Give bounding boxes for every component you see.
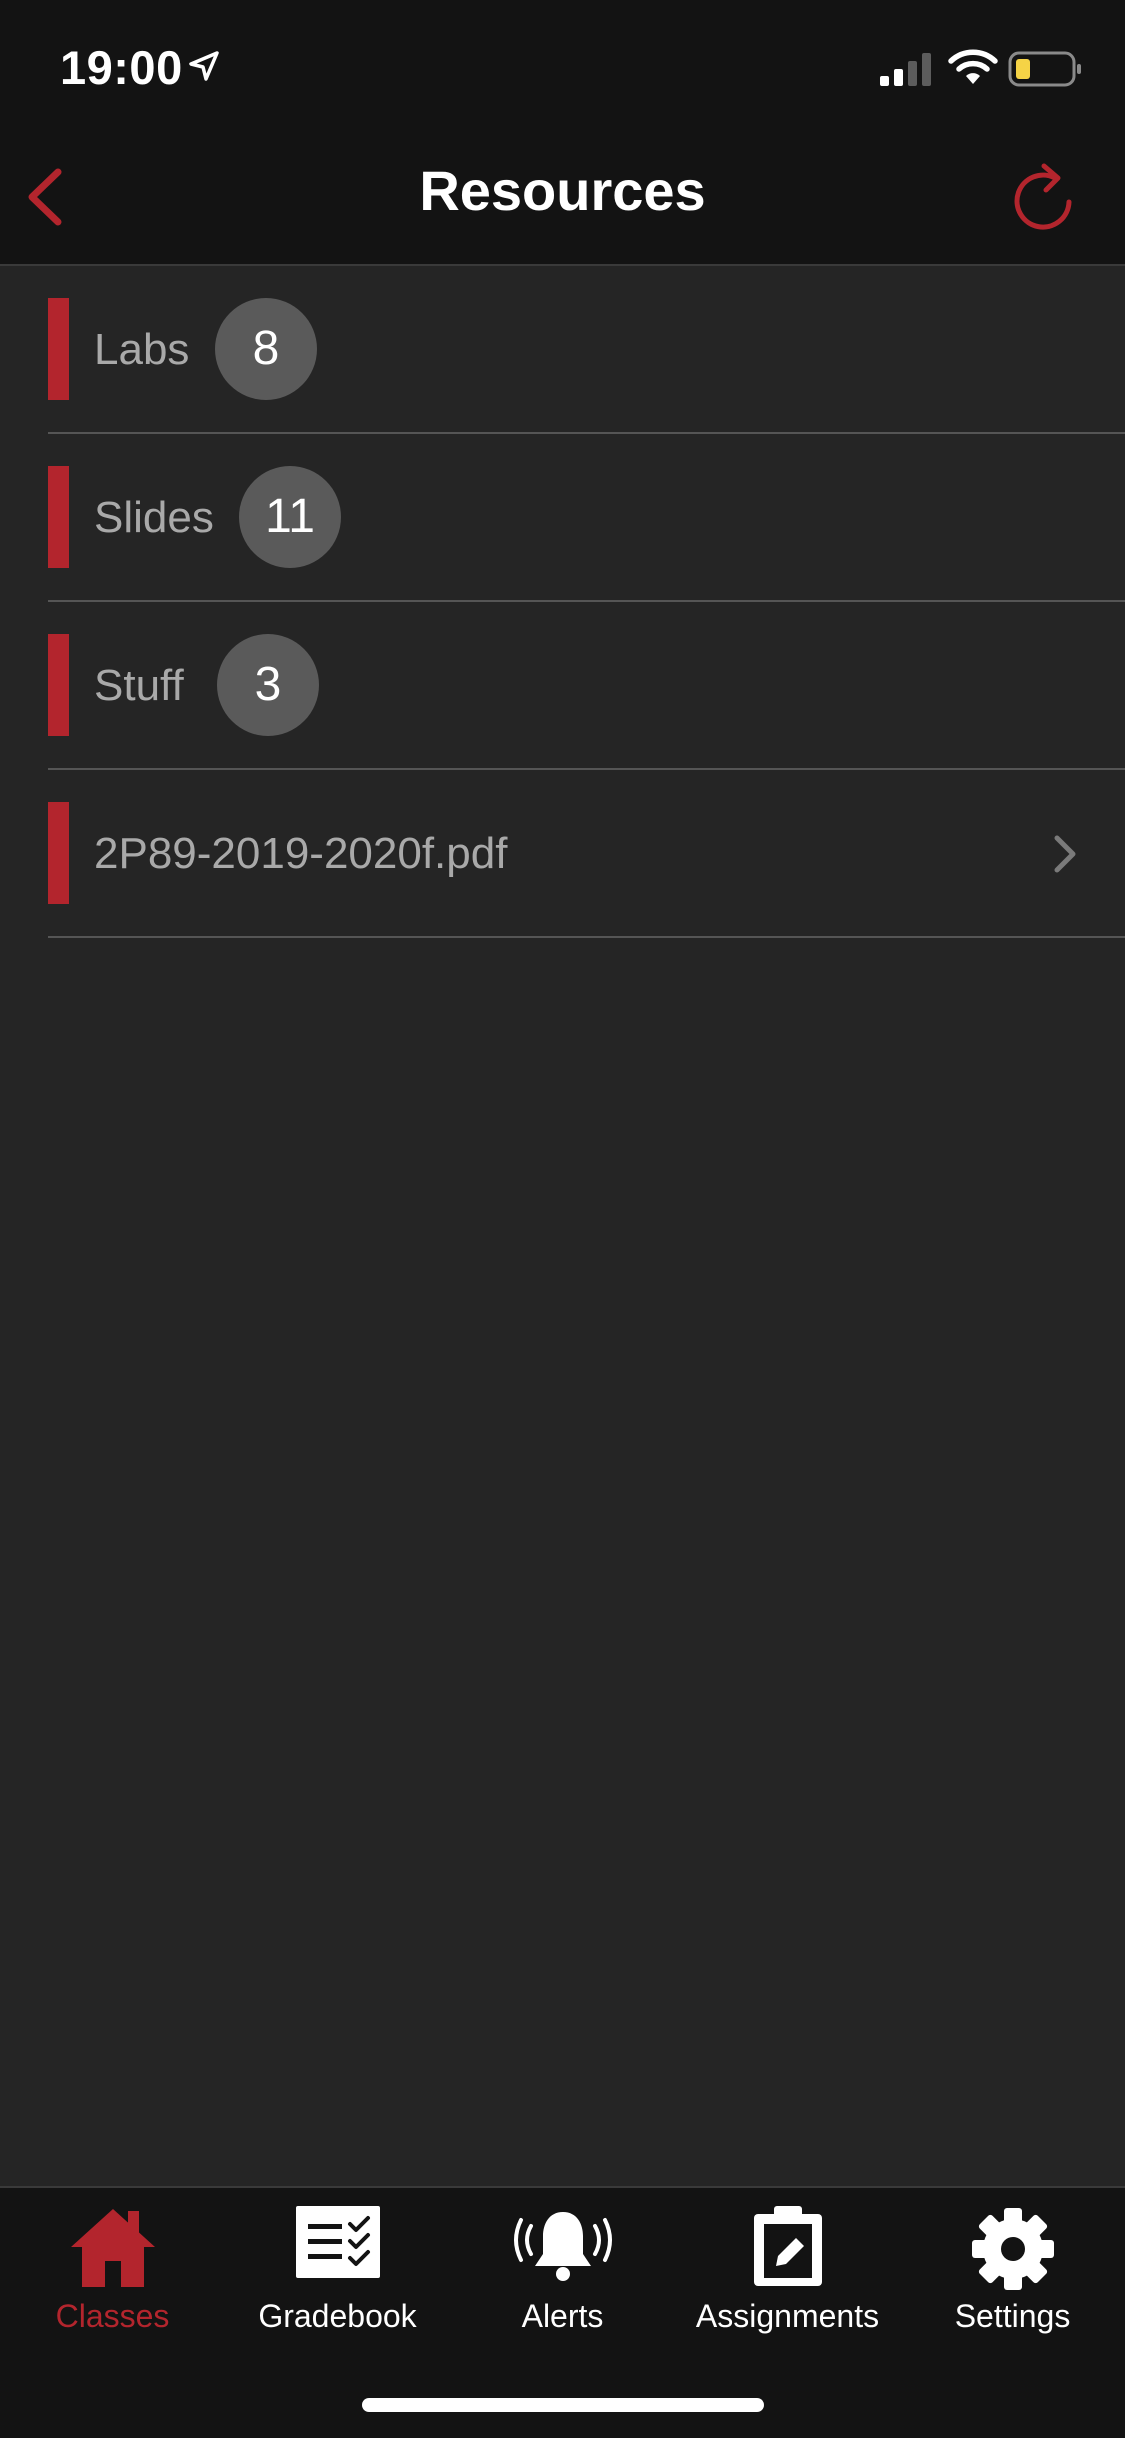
status-time: 19:00 xyxy=(60,41,183,94)
tab-settings[interactable]: Settings xyxy=(900,2188,1125,2368)
tab-gradebook[interactable]: Gradebook xyxy=(225,2188,450,2368)
refresh-icon xyxy=(1014,163,1072,230)
tab-classes[interactable]: Classes xyxy=(0,2188,225,2368)
status-bar: 19:00 xyxy=(0,0,1125,134)
chevron-right-icon xyxy=(1054,835,1076,873)
home-icon xyxy=(70,2209,155,2287)
home-indicator[interactable] xyxy=(362,2398,764,2412)
list-item-label: Stuff xyxy=(94,661,184,710)
resources-list: Labs 8 Slides 11 Stuff 3 2P89-2019-2020f… xyxy=(0,266,1125,938)
gradebook-icon xyxy=(295,2206,380,2278)
row-accent-bar xyxy=(48,634,69,736)
page-title: Resources xyxy=(419,159,706,222)
tab-label: Alerts xyxy=(521,2298,604,2334)
count-badge: 3 xyxy=(217,634,319,736)
list-item-label: Slides xyxy=(94,493,214,542)
tab-label: Assignments xyxy=(695,2298,880,2334)
bell-icon xyxy=(513,2212,612,2281)
row-accent-bar xyxy=(48,298,69,400)
refresh-button[interactable] xyxy=(1008,156,1078,236)
list-item-label: Labs xyxy=(94,325,190,374)
gear-icon xyxy=(971,2208,1054,2290)
list-item-label: 2P89-2019-2020f.pdf xyxy=(94,829,508,878)
list-item-pdf-file[interactable]: 2P89-2019-2020f.pdf xyxy=(0,770,1125,938)
list-item-labs[interactable]: Labs 8 xyxy=(0,266,1125,434)
list-item-slides[interactable]: Slides 11 xyxy=(0,434,1125,602)
battery-icon xyxy=(1008,51,1081,87)
count-badge: 11 xyxy=(239,466,341,568)
row-accent-bar xyxy=(48,802,69,904)
tab-alerts[interactable]: Alerts xyxy=(450,2188,675,2368)
count-badge: 8 xyxy=(215,298,317,400)
tab-assignments[interactable]: Assignments xyxy=(675,2188,900,2368)
wifi-icon xyxy=(948,49,998,84)
row-accent-bar xyxy=(48,466,69,568)
list-item-stuff[interactable]: Stuff 3 xyxy=(0,602,1125,770)
location-arrow-icon xyxy=(189,51,219,81)
tab-label: Classes xyxy=(55,2298,170,2334)
navigation-bar: Resources xyxy=(0,134,1125,266)
tab-label: Gradebook xyxy=(258,2298,417,2334)
clipboard-icon xyxy=(753,2206,822,2286)
cell-signal-icon xyxy=(880,53,931,86)
tab-label: Settings xyxy=(954,2298,1071,2334)
